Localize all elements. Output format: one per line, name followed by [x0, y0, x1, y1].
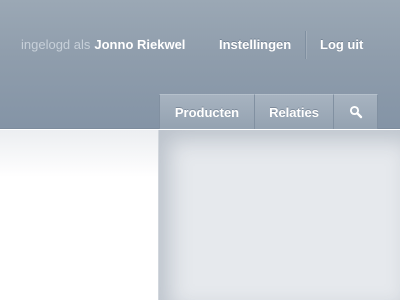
- tab-producten[interactable]: Producten: [159, 94, 254, 129]
- logged-in-status: ingelogd als Jonno Riekwel: [21, 37, 185, 53]
- header-divider: [305, 31, 306, 59]
- search-button[interactable]: [333, 94, 378, 129]
- settings-link[interactable]: Instellingen: [219, 37, 291, 53]
- top-bar: ingelogd als Jonno Riekwel Instellingen L…: [0, 0, 400, 129]
- logout-link[interactable]: Log uit: [320, 37, 363, 53]
- tab-relaties-label: Relaties: [269, 104, 319, 120]
- sidebar-panel: [0, 130, 158, 300]
- tab-relaties[interactable]: Relaties: [254, 94, 333, 129]
- main-nav: Producten Relaties: [159, 94, 378, 129]
- user-name: Jonno Riekwel: [94, 37, 186, 52]
- tab-producten-label: Producten: [174, 104, 240, 120]
- login-prefix-label: ingelogd als: [21, 37, 91, 52]
- content-panel: [158, 130, 400, 300]
- search-icon: [349, 105, 362, 119]
